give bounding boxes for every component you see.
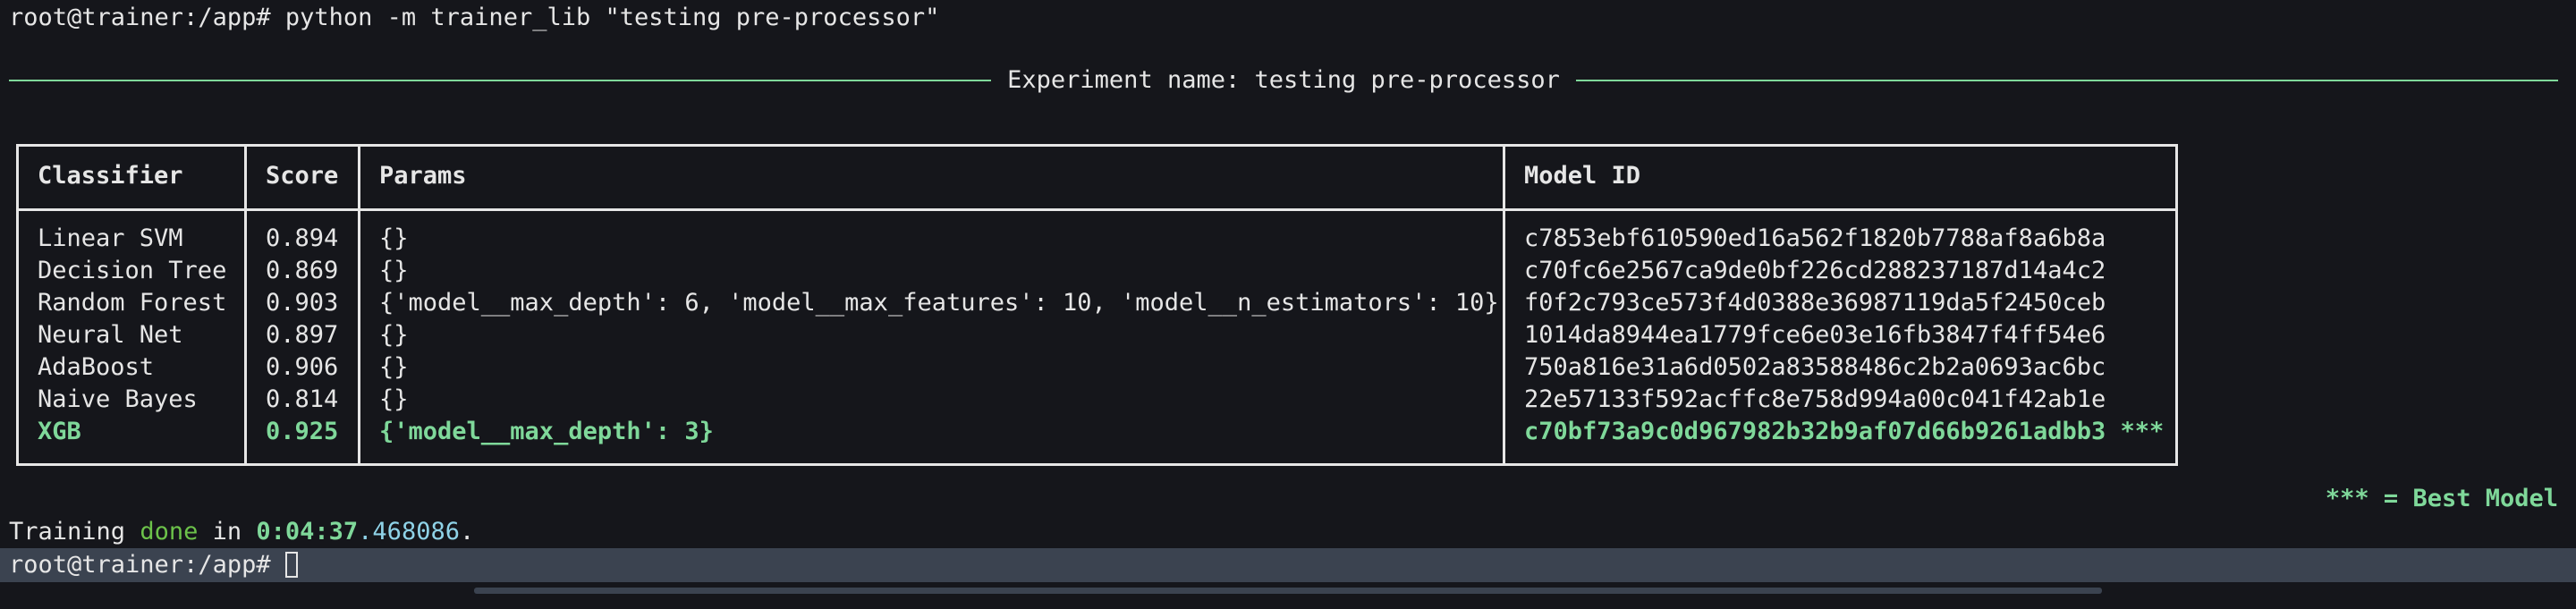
params-cell: {'model__max_depth': 3} <box>379 418 714 445</box>
experiment-header: Experiment name: testing pre-processor <box>9 64 2558 97</box>
table-row: Decision Tree 0.869 {} c70fc6e2567ca9de0… <box>19 255 2175 287</box>
model-id-cell: f0f2c793ce573f4d0388e36987119da5f2450ceb <box>1524 289 2106 317</box>
experiment-title: Experiment name: testing pre-processor <box>1007 66 1560 94</box>
command-line: root@trainer:/app# python -m trainer_lib… <box>9 2 939 34</box>
classifier-cell: Random Forest <box>38 289 227 317</box>
params-cell: {'model__max_depth': 6, 'model__max_feat… <box>379 289 1499 317</box>
results-table: Classifier Score Params Model ID Linear … <box>16 144 2178 466</box>
header-score: Score <box>266 162 339 190</box>
header-classifier: Classifier <box>38 162 183 190</box>
header-params: Params <box>379 162 467 190</box>
classifier-cell: Decision Tree <box>38 257 227 284</box>
model-id-cell: 1014da8944ea1779fce6e03e16fb3847f4ff54e6 <box>1524 321 2106 349</box>
table-row-best: XGB 0.925 {'model__max_depth': 3} c70bf7… <box>19 416 2175 448</box>
table-row: Linear SVM 0.894 {} c7853ebf610590ed16a5… <box>19 223 2175 255</box>
model-id-cell: c70fc6e2567ca9de0bf226cd288237187d14a4c2 <box>1524 257 2106 284</box>
horizontal-scrollbar[interactable] <box>474 588 2102 594</box>
prompt-text: root@trainer:/app# <box>9 551 285 579</box>
params-cell: {} <box>379 385 409 413</box>
best-model-legend: *** = Best Model <box>2325 485 2558 512</box>
model-id-cell: 750a816e31a6d0502a83588486c2b2a0693ac6bc <box>1524 353 2106 381</box>
elapsed-time-fraction: .468086 <box>358 518 460 546</box>
header-model-id: Model ID <box>1524 162 1641 190</box>
training-summary: Training done in 0:04:37.468086. <box>9 516 474 548</box>
score-cell: 0.906 <box>266 353 339 381</box>
model-id-cell: c70bf73a9c0d967982b32b9af07d66b9261adbb3… <box>1524 418 2165 445</box>
score-cell: 0.869 <box>266 257 339 284</box>
classifier-cell: AdaBoost <box>38 353 155 381</box>
table-row: AdaBoost 0.906 {} 750a816e31a6d0502a8358… <box>19 351 2175 384</box>
params-cell: {} <box>379 321 409 349</box>
score-cell: 0.894 <box>266 224 339 252</box>
training-prefix: Training <box>9 518 140 546</box>
rule-right <box>1575 80 2558 81</box>
score-cell: 0.925 <box>266 418 339 445</box>
table-row: Naive Bayes 0.814 {} 22e57133f592acffc8e… <box>19 384 2175 416</box>
header-divider <box>19 208 2175 211</box>
classifier-cell: XGB <box>38 418 81 445</box>
model-id-cell: 22e57133f592acffc8e758d994a00c041f42ab1e <box>1524 385 2106 413</box>
classifier-cell: Neural Net <box>38 321 183 349</box>
score-cell: 0.814 <box>266 385 339 413</box>
table-row: Neural Net 0.897 {} 1014da8944ea1779fce6… <box>19 319 2175 351</box>
classifier-cell: Naive Bayes <box>38 385 198 413</box>
classifier-cell: Linear SVM <box>38 224 183 252</box>
cursor-block[interactable] <box>284 552 298 578</box>
prompt-bar[interactable]: root@trainer:/app# <box>0 548 2576 582</box>
training-suffix: . <box>459 518 475 546</box>
params-cell: {} <box>379 257 409 284</box>
training-in: in <box>198 518 257 546</box>
params-cell: {} <box>379 224 409 252</box>
done-label: done <box>140 518 199 546</box>
model-id-cell: c7853ebf610590ed16a562f1820b7788af8a6b8a <box>1524 224 2106 252</box>
rule-left <box>9 80 992 81</box>
table-row: Random Forest 0.903 {'model__max_depth':… <box>19 287 2175 319</box>
elapsed-time: 0:04:37 <box>256 518 359 546</box>
score-cell: 0.903 <box>266 289 339 317</box>
score-cell: 0.897 <box>266 321 339 349</box>
table-body: Linear SVM 0.894 {} c7853ebf610590ed16a5… <box>19 223 2175 448</box>
command-prompt: root@trainer:/app# <box>9 4 285 31</box>
params-cell: {} <box>379 353 409 381</box>
shell-prompt[interactable]: root@trainer:/app# <box>9 549 298 581</box>
command-text: python -m trainer_lib "testing pre-proce… <box>284 4 940 31</box>
